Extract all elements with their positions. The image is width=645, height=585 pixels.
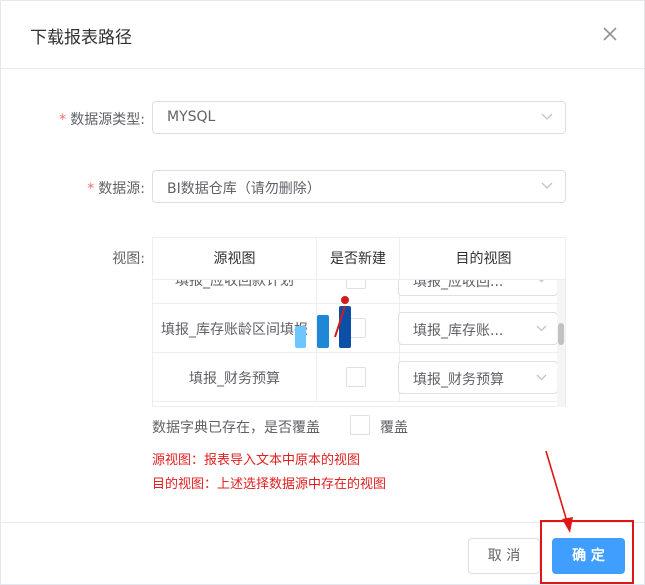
datasource-value: BI数据仓库（请勿删除） [167, 181, 321, 197]
column-header-source-view: 源视图 [153, 238, 317, 280]
column-header-create-new: 是否新建 [317, 238, 400, 280]
create-new-cell [317, 353, 400, 402]
create-new-checkbox[interactable] [346, 367, 366, 387]
target-view-select[interactable]: 填报_财务预算 [398, 361, 558, 394]
table-row: 填报_应收回款计划 填报_应收回... [153, 280, 559, 304]
overwrite-question: 数据字典已存在，是否覆盖 [152, 420, 320, 436]
dialog-title: 下载报表路径 [30, 28, 132, 48]
datasource-type-value: MYSQL [167, 109, 216, 125]
datasource-label: * 数据源: [87, 181, 145, 197]
target-view-value: 填报_财务预算 [413, 372, 504, 388]
create-new-checkbox[interactable] [346, 280, 366, 289]
table-header: 源视图 是否新建 目的视图 [153, 238, 565, 280]
source-view-cell: 填报_应收回款计划 [153, 280, 317, 304]
create-new-cell [317, 304, 400, 353]
source-view-text: 填报_库存账龄区间填报 [161, 322, 308, 338]
required-star: * [87, 181, 95, 197]
target-view-cell: 填报_财务预算 [398, 353, 559, 402]
table-scrollbar[interactable] [557, 279, 565, 407]
chevron-down-icon [536, 325, 547, 332]
views-table: 源视图 是否新建 目的视图 填报_应收回款计划 填报_应收回... 填报_库存账… [152, 237, 566, 407]
source-view-text: 填报_财务预算 [189, 371, 280, 387]
dialog-header: 下载报表路径 [1, 1, 644, 69]
target-view-select[interactable]: 填报_库存账... [398, 312, 558, 345]
close-icon[interactable] [599, 23, 621, 45]
target-view-value: 填报_库存账... [413, 323, 504, 339]
target-view-cell: 填报_应收回... [398, 280, 559, 304]
chevron-down-icon [536, 374, 547, 381]
overwrite-checkbox[interactable] [350, 415, 370, 435]
source-view-cell: 填报_财务预算 [153, 353, 317, 402]
column-header-target-view: 目的视图 [455, 251, 512, 267]
create-new-checkbox[interactable] [346, 318, 366, 338]
cancel-button[interactable]: 取 消 [468, 538, 540, 574]
datasource-type-label: * 数据源类型: [59, 112, 145, 128]
table-row: 填报_库存账龄区间填报 填报_库存账... [153, 304, 559, 353]
source-view-cell: 填报_库存账龄区间填报 [153, 304, 317, 353]
table-body: 填报_应收回款计划 填报_应收回... 填报_库存账龄区间填报 填报_库存账..… [153, 280, 559, 406]
create-new-cell [317, 280, 400, 304]
source-view-note: 源视图：报表导入文本中原本的视图 [152, 453, 361, 468]
download-report-path-dialog: 下载报表路径 * 数据源类型: MYSQL * 数据源: BI数据仓库（请勿删除） … [0, 0, 645, 585]
target-view-note: 目的视图：上述选择数据源中存在的视图 [152, 477, 387, 492]
chevron-down-icon [541, 113, 553, 120]
chevron-down-icon [539, 280, 544, 283]
annotation-highlight-box [540, 520, 634, 584]
datasource-type-select[interactable]: MYSQL [152, 101, 566, 134]
views-label: 视图: [112, 251, 145, 267]
source-view-text: 填报_应收回款计划 [175, 280, 294, 289]
overwrite-label: 覆盖 [380, 420, 408, 436]
target-view-value: 填报_应收回... [413, 280, 504, 290]
target-view-cell: 填报_库存账... [398, 304, 559, 353]
target-view-select[interactable]: 填报_应收回... [398, 280, 558, 296]
datasource-select[interactable]: BI数据仓库（请勿删除） [152, 170, 566, 203]
scrollbar-thumb[interactable] [558, 323, 564, 345]
table-row: 填报_财务预算 填报_财务预算 [153, 353, 559, 402]
required-star: * [59, 112, 67, 128]
chevron-down-icon [541, 182, 553, 189]
